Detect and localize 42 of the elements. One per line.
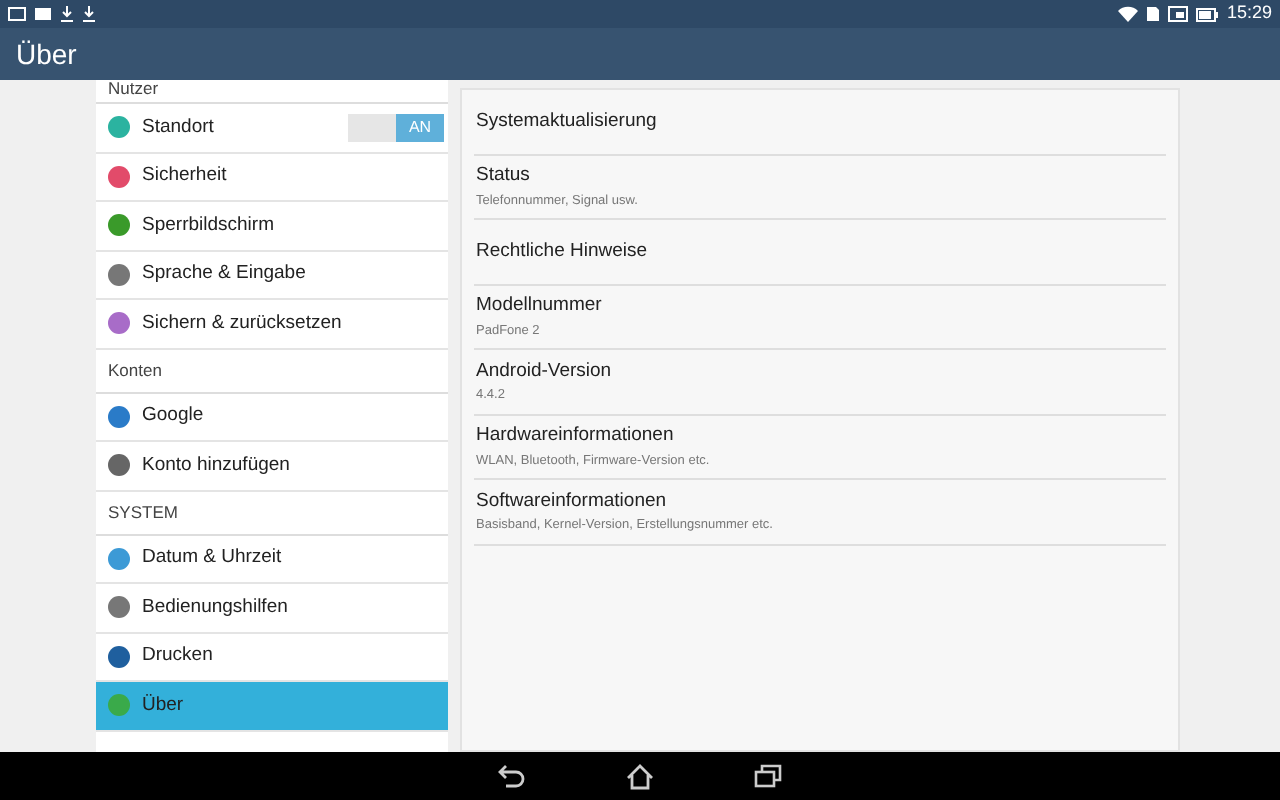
item-title[interactable]: Android-Version bbox=[476, 357, 1166, 386]
sidebar-item[interactable]: Standort AN bbox=[96, 104, 448, 153]
sidebar-item[interactable]: Über bbox=[96, 682, 448, 731]
item-title[interactable]: Modellnummer bbox=[476, 292, 1166, 321]
sidebar-item[interactable]: Datum & Uhrzeit bbox=[96, 535, 448, 584]
item-title[interactable]: Rechtliche Hinweise bbox=[476, 237, 1166, 266]
item-label: Über bbox=[142, 691, 184, 720]
back-icon[interactable] bbox=[498, 764, 526, 788]
battery-icon bbox=[1196, 7, 1219, 21]
section-header: SYSTEM bbox=[108, 499, 178, 525]
sidebar-item[interactable]: Google bbox=[96, 393, 448, 442]
sidebar-item[interactable]: Konto hinzufügen bbox=[96, 442, 448, 491]
clock-time: 15:29 bbox=[1226, 0, 1272, 27]
section-header: Konten bbox=[108, 357, 162, 383]
wifi-icon bbox=[1118, 6, 1139, 22]
sidebar-item[interactable]: Sperrbildschirm bbox=[96, 202, 448, 251]
download-icon bbox=[60, 6, 74, 22]
recent-apps-icon[interactable] bbox=[754, 764, 782, 788]
sidebar-item[interactable]: Sichern & zurücksetzen bbox=[96, 300, 448, 349]
screen-icon bbox=[1168, 6, 1189, 22]
item-title[interactable]: Status bbox=[476, 162, 1166, 191]
item-title[interactable]: Systemaktualisierung bbox=[476, 107, 1166, 136]
item-label: Bedienungshilfen bbox=[142, 593, 288, 622]
sidebar-item[interactable]: Bedienungshilfen bbox=[96, 584, 448, 633]
home-icon[interactable] bbox=[626, 763, 654, 789]
item-label: Standort bbox=[142, 113, 214, 142]
sd-card-icon bbox=[1146, 6, 1161, 22]
item-title[interactable]: Hardwareinformationen bbox=[476, 422, 1166, 451]
item-title[interactable]: Softwareinformationen bbox=[476, 487, 1166, 516]
sidebar-item[interactable]: Sprache & Eingabe bbox=[96, 251, 448, 300]
item-label: Datum & Uhrzeit bbox=[142, 544, 282, 573]
item-label: Sichern & zurücksetzen bbox=[142, 309, 342, 338]
item-label: Sicherheit bbox=[142, 162, 227, 191]
item-label: Sperrbildschirm bbox=[142, 211, 274, 240]
item-label: Drucken bbox=[142, 642, 213, 671]
sidebar-item[interactable]: Sicherheit bbox=[96, 153, 448, 202]
item-label: Konto hinzufügen bbox=[142, 451, 290, 480]
section-header: Nutzer bbox=[108, 76, 159, 102]
item-label: Google bbox=[142, 402, 204, 431]
screen-title: Über bbox=[16, 35, 77, 73]
item-label: Sprache & Eingabe bbox=[142, 260, 306, 289]
download-icon bbox=[82, 6, 96, 22]
